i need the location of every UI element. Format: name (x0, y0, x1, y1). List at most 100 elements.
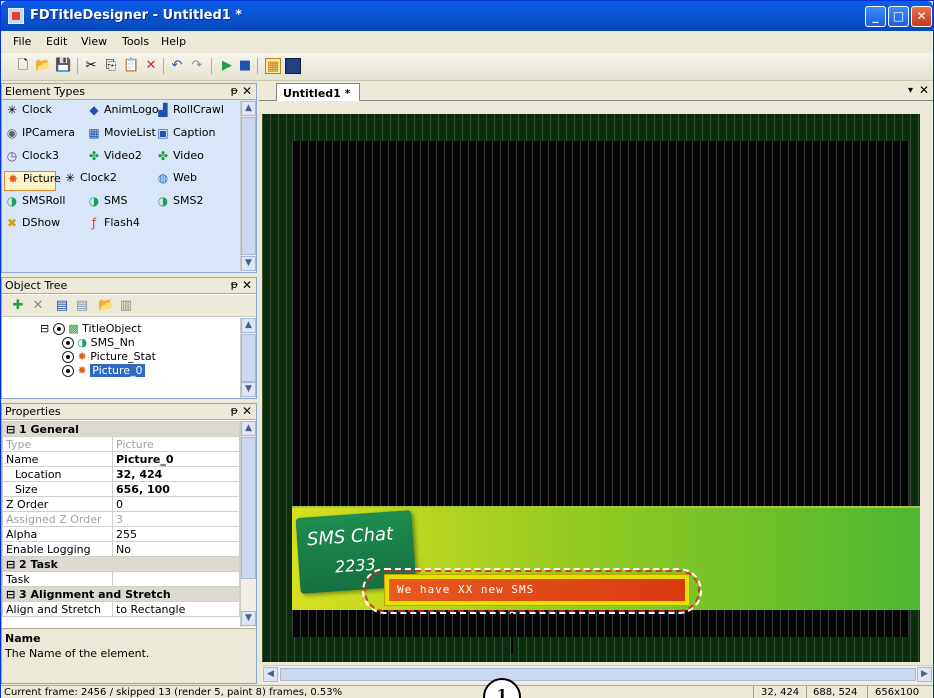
minimize-button[interactable]: _ (865, 6, 886, 27)
background-toggle-icon[interactable] (285, 58, 301, 74)
tree-node[interactable]: ⊟ ▩ TitleObject (40, 322, 142, 335)
element-type-item[interactable]: ▦ MovieList (86, 126, 155, 146)
properties-scrollbar[interactable]: ▲ ▼ (240, 421, 256, 627)
scroll-thumb[interactable] (241, 117, 256, 255)
property-value[interactable]: Picture (112, 436, 240, 452)
scroll-thumb[interactable] (280, 668, 916, 681)
close-button[interactable]: ✕ (911, 6, 932, 27)
load-icon[interactable]: 📂 (98, 298, 114, 314)
property-row[interactable]: Task (2, 571, 240, 587)
save-icon[interactable]: 💾 (55, 58, 71, 74)
property-value[interactable]: Picture_0 (112, 451, 240, 467)
element-type-item[interactable]: ▟ RollCrawl (155, 103, 224, 123)
scroll-thumb[interactable] (241, 437, 256, 579)
pin-icon[interactable]: ᵽ (231, 404, 238, 417)
close-icon[interactable]: ✕ (242, 278, 252, 292)
property-value[interactable]: 32, 424 (112, 466, 240, 482)
menu-view[interactable]: View (81, 35, 107, 48)
property-row[interactable]: Z Order 0 (2, 496, 240, 512)
property-value[interactable]: 656, 100 (112, 481, 240, 497)
element-type-item[interactable]: ✤ Video (155, 149, 204, 169)
cut-icon[interactable]: ✂ (83, 58, 99, 74)
close-icon[interactable]: ✕ (242, 84, 252, 98)
move-down-icon[interactable]: ▤ (74, 298, 90, 314)
property-row[interactable]: Assigned Z Order 3 (2, 511, 240, 527)
stop-icon[interactable]: ■ (237, 58, 253, 74)
title-bar[interactable]: FDTitleDesigner - Untitled1 * _ □ ✕ (1, 1, 933, 31)
horizontal-scrollbar[interactable]: ◀ ▶ (262, 665, 933, 683)
element-type-item[interactable]: ▣ Caption (155, 126, 215, 146)
element-type-item[interactable]: ✳ Clock2 (62, 171, 117, 191)
export-icon[interactable]: ▥ (118, 298, 134, 314)
tree-node-selected[interactable]: ✸ Picture_0 (62, 364, 145, 377)
scroll-down-icon[interactable]: ▼ (241, 256, 256, 271)
element-type-item[interactable]: ✳ Clock (4, 103, 52, 123)
menu-help[interactable]: Help (161, 35, 186, 48)
property-category[interactable]: ⊟ 3 Alignment and Stretch (2, 586, 240, 602)
scroll-up-icon[interactable]: ▲ (241, 318, 256, 333)
visibility-eye-icon[interactable] (52, 323, 65, 335)
delete-icon[interactable]: ✕ (143, 58, 159, 74)
play-icon[interactable]: ▶ (219, 58, 235, 74)
element-type-item[interactable]: ◑ SMSRoll (4, 194, 66, 214)
element-type-item[interactable]: ◆ AnimLogo (86, 103, 158, 123)
element-type-item[interactable]: ✖ DShow (4, 216, 60, 236)
property-row[interactable]: Size 656, 100 (2, 481, 240, 497)
scroll-down-icon[interactable]: ▼ (241, 382, 256, 397)
add-object-icon[interactable]: ✚ (10, 298, 26, 314)
paste-icon[interactable]: 📋 (123, 58, 139, 74)
redo-icon[interactable]: ↷ (189, 58, 205, 74)
element-type-item[interactable]: ◷ Clock3 (4, 149, 59, 169)
scroll-left-icon[interactable]: ◀ (263, 667, 278, 682)
element-type-item[interactable]: ◍ Web (155, 171, 197, 191)
tab-list-icon[interactable]: ▾ (908, 85, 913, 96)
property-value[interactable]: No (112, 541, 240, 557)
property-row[interactable]: Alpha 255 (2, 526, 240, 542)
delete-object-icon[interactable]: ✕ (30, 298, 46, 314)
property-row[interactable]: Location 32, 424 (2, 466, 240, 482)
design-canvas[interactable]: SMS Chat 2233 We have XX new SMS (262, 114, 920, 662)
property-row[interactable]: Type Picture (2, 436, 240, 452)
property-category[interactable]: ⊟ 2 Task (2, 556, 240, 572)
element-type-item[interactable]: ◑ SMS2 (155, 194, 204, 214)
property-category[interactable]: ⊟ 1 General (2, 421, 240, 437)
element-type-item[interactable]: ƒ Flash4 (86, 216, 140, 236)
property-row[interactable]: Align and Stretch to Rectangle (2, 601, 240, 617)
scroll-up-icon[interactable]: ▲ (241, 421, 256, 436)
property-row[interactable]: Enable Logging No (2, 541, 240, 557)
pin-icon[interactable]: ᵽ (231, 278, 238, 291)
undo-icon[interactable]: ↶ (169, 58, 185, 74)
property-value[interactable]: 255 (112, 526, 240, 542)
scroll-right-icon[interactable]: ▶ (917, 667, 932, 682)
menu-file[interactable]: File (13, 35, 31, 48)
element-type-item[interactable]: ◉ IPCamera (4, 126, 75, 146)
tree-node[interactable]: ◑ SMS_Nn (62, 336, 135, 349)
element-type-item[interactable]: ✤ Video2 (86, 149, 142, 169)
property-row[interactable]: Name Picture_0 (2, 451, 240, 467)
element-types-scrollbar[interactable]: ▲ ▼ (240, 101, 256, 272)
scroll-up-icon[interactable]: ▲ (241, 101, 256, 116)
move-up-icon[interactable]: ▤ (54, 298, 70, 314)
object-tree-scrollbar[interactable]: ▲ ▼ (240, 318, 256, 398)
scroll-thumb[interactable] (241, 334, 256, 382)
visibility-eye-icon[interactable] (62, 337, 74, 349)
property-value[interactable]: to Rectangle (112, 601, 240, 617)
pin-icon[interactable]: ᵽ (231, 84, 238, 97)
close-icon[interactable]: ✕ (242, 404, 252, 418)
new-file-icon[interactable]: 🗋 (15, 58, 31, 74)
menu-edit[interactable]: Edit (46, 35, 67, 48)
visibility-eye-icon[interactable] (62, 365, 74, 377)
scroll-down-icon[interactable]: ▼ (241, 611, 256, 626)
element-type-item[interactable]: ✸ Picture (4, 171, 61, 191)
property-value[interactable] (112, 571, 240, 587)
visibility-eye-icon[interactable] (62, 351, 74, 363)
property-value[interactable]: 3 (112, 511, 240, 527)
picture-element[interactable]: SMS Chat 2233 We have XX new SMS (292, 506, 920, 614)
property-value[interactable]: 0 (112, 496, 240, 512)
open-folder-icon[interactable]: 📂 (35, 58, 51, 74)
menu-tools[interactable]: Tools (122, 35, 149, 48)
tree-node[interactable]: ✸ Picture_Stat (62, 350, 156, 363)
maximize-button[interactable]: □ (888, 6, 909, 27)
copy-icon[interactable]: ⎘ (103, 58, 119, 74)
element-type-item[interactable]: ◑ SMS (86, 194, 128, 214)
